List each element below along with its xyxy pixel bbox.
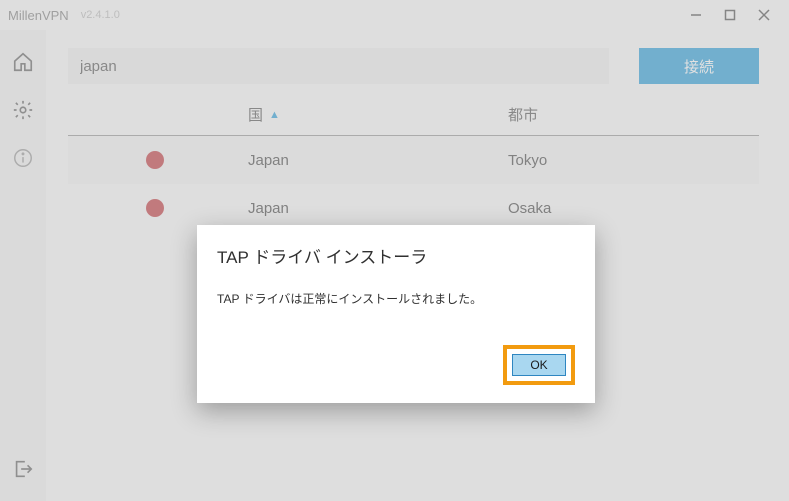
dialog-message: TAP ドライバは正常にインストールされました。 — [217, 290, 575, 307]
ok-button[interactable]: OK — [512, 354, 566, 376]
dialog-title: TAP ドライバ インストーラ — [217, 243, 575, 268]
ok-highlight-box: OK — [503, 345, 575, 385]
tap-driver-dialog: TAP ドライバ インストーラ TAP ドライバは正常にインストールされました。… — [197, 225, 595, 403]
